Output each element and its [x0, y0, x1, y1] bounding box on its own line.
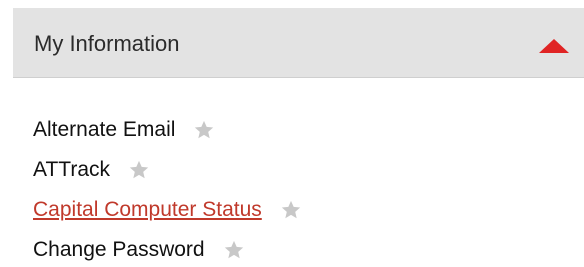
list-item: Capital Computer Status: [33, 190, 302, 230]
section-title: My Information: [34, 31, 180, 56]
star-icon[interactable]: [193, 119, 215, 141]
star-icon[interactable]: [223, 239, 245, 261]
capital-computer-status-link[interactable]: Capital Computer Status: [33, 198, 262, 222]
triangle-up-icon[interactable]: [539, 39, 569, 53]
list-item: Change Password: [33, 230, 302, 267]
list-item: ATTrack: [33, 150, 302, 190]
star-icon[interactable]: [128, 159, 150, 181]
information-links-list: Alternate Email ATTrack Capital Computer…: [33, 110, 302, 267]
alternate-email-link[interactable]: Alternate Email: [33, 118, 175, 142]
list-item: Alternate Email: [33, 110, 302, 150]
my-information-panel: My Information Alternate Email ATTrack C…: [0, 0, 584, 267]
change-password-link[interactable]: Change Password: [33, 238, 205, 262]
star-icon[interactable]: [280, 199, 302, 221]
section-header[interactable]: My Information: [13, 8, 584, 78]
attrack-link[interactable]: ATTrack: [33, 158, 110, 182]
